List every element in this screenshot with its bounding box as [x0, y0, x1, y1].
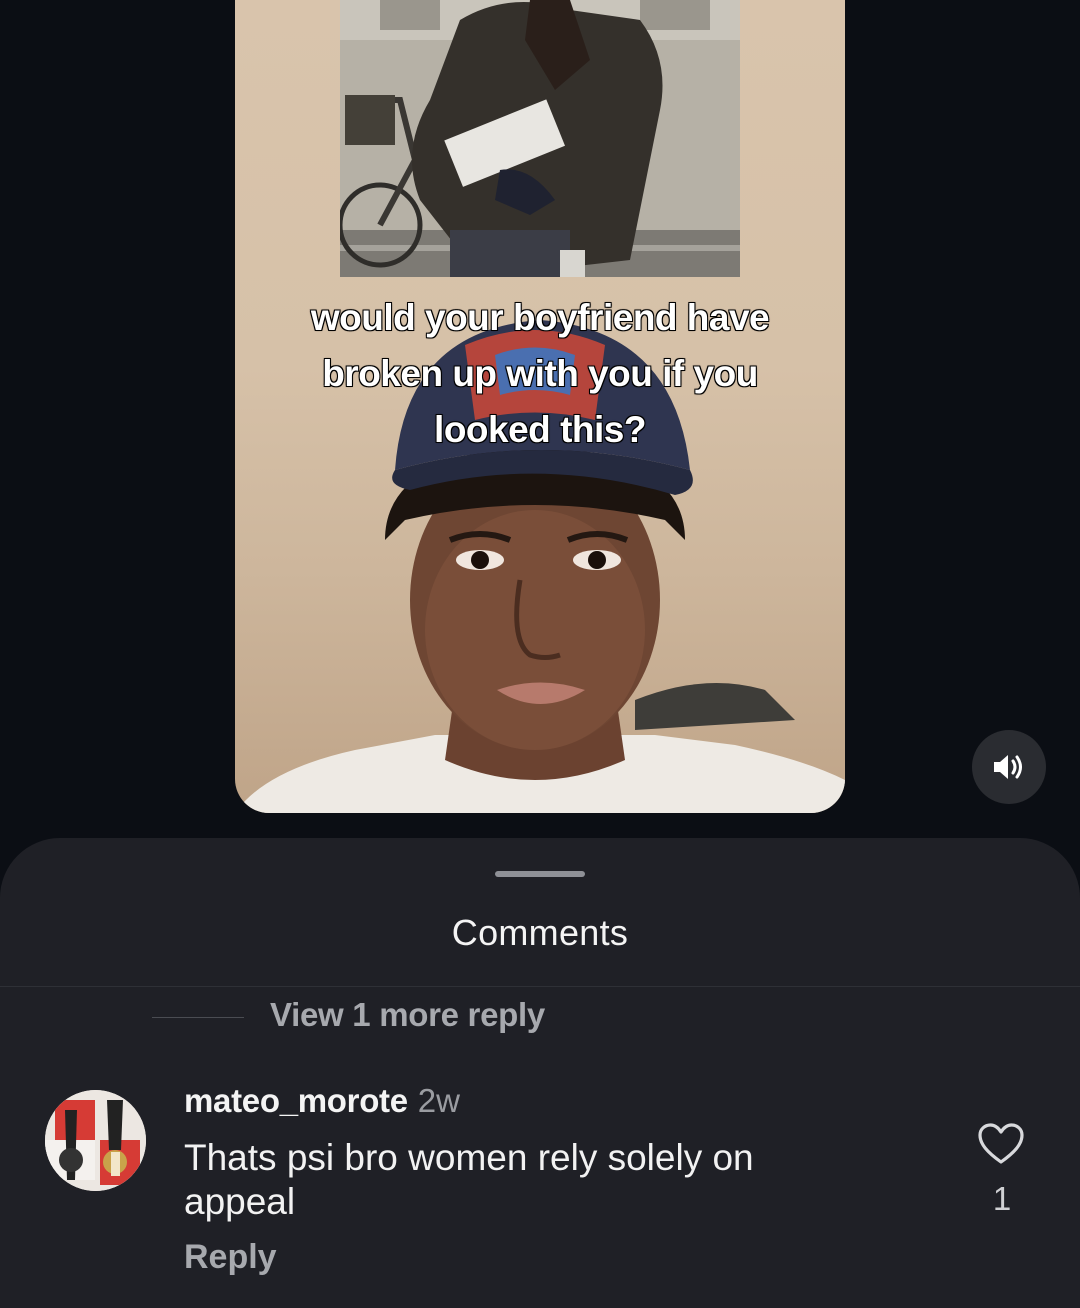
comment-timestamp: 2w — [417, 1082, 460, 1119]
sheet-title: Comments — [451, 912, 629, 953]
caption-line: looked this? — [433, 408, 647, 451]
view-more-replies-button[interactable]: View 1 more reply — [270, 996, 545, 1034]
shared-video-card[interactable]: would your boyfriend have broken up with… — [235, 0, 845, 813]
like-button[interactable] — [975, 1120, 1027, 1168]
comments-sheet: Comments View 1 more reply mateo_morote 2… — [0, 838, 1080, 1308]
divider — [0, 986, 1080, 987]
like-count: 1 — [992, 1180, 1012, 1217]
comment-header: mateo_morote 2w — [184, 1082, 460, 1120]
caption-line: broken up with you if you — [321, 352, 759, 395]
thread-line — [152, 1017, 244, 1018]
comment-item: mateo_morote 2w Thats psi bro women rely … — [0, 1066, 1080, 1306]
heart-outline-icon — [978, 1123, 1024, 1164]
sound-toggle-button[interactable] — [972, 730, 1046, 804]
reply-button[interactable]: Reply — [184, 1238, 277, 1277]
comment-username[interactable]: mateo_morote — [184, 1082, 408, 1119]
comment-text: Thats psi bro women rely solely on appea… — [184, 1137, 754, 1222]
sheet-drag-handle[interactable] — [495, 871, 585, 877]
video-caption: would your boyfriend have broken up with… — [275, 290, 805, 458]
speaker-volume-icon — [994, 755, 1022, 779]
avatar[interactable] — [45, 1090, 146, 1191]
caption-line: would your boyfriend have — [310, 296, 770, 339]
